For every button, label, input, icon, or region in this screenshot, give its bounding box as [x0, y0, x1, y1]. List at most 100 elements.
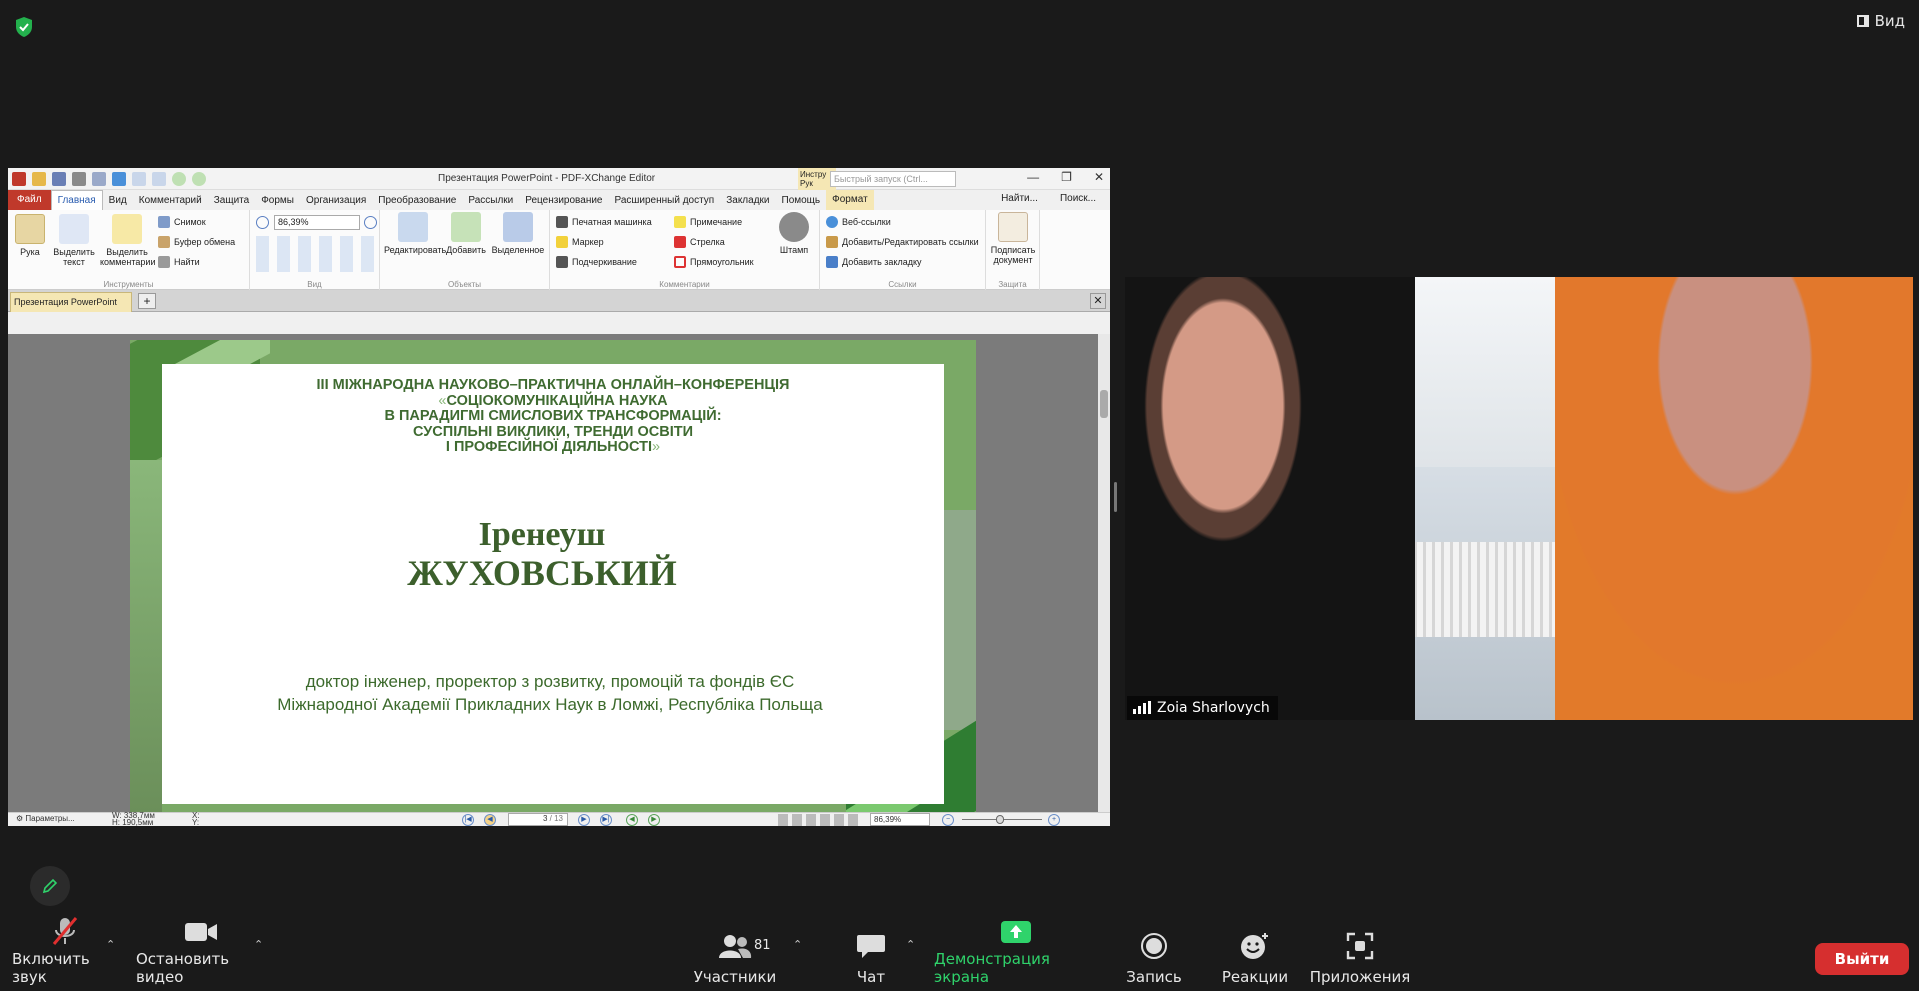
- globe-icon: [826, 216, 838, 228]
- save-icon[interactable]: [52, 171, 66, 186]
- find-button[interactable]: Найти...: [995, 193, 1044, 204]
- tab-review[interactable]: Рецензирование: [519, 195, 608, 206]
- prev-page-icon[interactable]: ◀: [484, 814, 496, 826]
- shared-screen-pdf-editor[interactable]: Презентация PowerPoint - PDF-XChange Edi…: [8, 168, 1110, 826]
- record-button[interactable]: Запись: [1120, 918, 1188, 991]
- tab-convert[interactable]: Преобразование: [372, 195, 462, 206]
- scrollbar-thumb[interactable]: [1100, 390, 1108, 418]
- web-links-button[interactable]: Веб-ссылки: [826, 216, 891, 228]
- restore-icon[interactable]: ❐: [1061, 170, 1072, 184]
- arrow-button[interactable]: Стрелка: [674, 236, 725, 248]
- apps-label: Приложения: [1309, 968, 1411, 986]
- undo-icon[interactable]: [132, 171, 146, 186]
- redo-icon[interactable]: [152, 171, 166, 186]
- status-zoom-in-icon[interactable]: +: [1048, 814, 1060, 826]
- view-button[interactable]: Вид: [1856, 12, 1905, 30]
- chat-button[interactable]: Чат: [846, 918, 896, 991]
- add-edit-links-button[interactable]: Добавить/Редактировать ссылки: [826, 236, 979, 248]
- status-zoom-out-icon[interactable]: −: [942, 814, 954, 826]
- audio-options-chevron-icon[interactable]: ⌃: [106, 938, 115, 951]
- next-page-icon[interactable]: ▶: [578, 814, 590, 826]
- document-canvas[interactable]: III МІЖНАРОДНА НАУКОВО–ПРАКТИЧНА ОНЛАЙН–…: [8, 334, 1110, 812]
- participants-button[interactable]: Участники: [690, 918, 780, 991]
- rectangle-button[interactable]: Прямоугольник: [674, 256, 754, 268]
- quick-search-input[interactable]: Быстрый запуск (Ctrl...: [830, 171, 956, 187]
- tab-bookmarks[interactable]: Закладки: [720, 195, 775, 206]
- forward-icon[interactable]: [192, 171, 206, 186]
- share-screen-button[interactable]: Демонстрация экрана: [934, 918, 1098, 991]
- chat-chevron-icon[interactable]: ⌃: [906, 938, 915, 951]
- minimize-icon[interactable]: —: [1027, 170, 1039, 184]
- sign-document-button[interactable]: Подписать документ: [990, 212, 1036, 265]
- snapshot-button[interactable]: Снимок: [158, 216, 206, 228]
- email-icon[interactable]: [92, 171, 106, 186]
- tab-format[interactable]: Формат: [826, 190, 874, 210]
- tab-home[interactable]: Главная: [50, 190, 103, 210]
- last-page-icon[interactable]: ▶|: [600, 814, 612, 826]
- hand-tool-button[interactable]: Рука: [12, 214, 48, 257]
- new-tab-button[interactable]: +: [138, 293, 156, 309]
- zoom-select[interactable]: 86,39%: [274, 215, 360, 230]
- page-number-input[interactable]: 3 / 13: [508, 813, 568, 826]
- view-tool-icons[interactable]: [256, 236, 374, 272]
- typewriter-button[interactable]: Печатная машинка: [556, 216, 652, 228]
- leave-meeting-button[interactable]: Выйти: [1815, 943, 1909, 975]
- document-tab[interactable]: Презентация PowerPoint: [10, 292, 132, 312]
- first-page-icon[interactable]: |◀: [462, 814, 474, 826]
- add-bookmark-button[interactable]: Добавить закладку: [826, 256, 922, 268]
- cloud-icon[interactable]: [112, 171, 126, 186]
- forward-view-icon[interactable]: ▶: [648, 814, 660, 826]
- find-tool-button[interactable]: Найти: [158, 256, 200, 268]
- open-folder-icon[interactable]: [32, 171, 46, 186]
- clipboard-button[interactable]: Буфер обмена: [158, 236, 235, 248]
- note-button[interactable]: Примечание: [674, 216, 742, 228]
- tab-share[interactable]: Расширенный доступ: [608, 195, 720, 206]
- participants-chevron-icon[interactable]: ⌃: [793, 938, 802, 951]
- close-icon[interactable]: ✕: [1094, 170, 1104, 184]
- back-view-icon[interactable]: ◀: [626, 814, 638, 826]
- select-text-button[interactable]: Выделить текст: [52, 214, 96, 267]
- participant-name-tag: Zoia Sharlovych: [1127, 696, 1278, 720]
- zoom-out-icon[interactable]: [256, 216, 269, 229]
- tab-organize[interactable]: Организация: [300, 195, 372, 206]
- zoom-slider-thumb[interactable]: [996, 815, 1004, 824]
- tab-help[interactable]: Помощь: [776, 195, 827, 206]
- apps-button[interactable]: Приложения: [1309, 918, 1411, 991]
- search-button[interactable]: Поиск...: [1054, 193, 1102, 204]
- close-document-button[interactable]: ✕: [1090, 293, 1106, 309]
- annotate-pencil-button[interactable]: [30, 866, 70, 906]
- record-icon: [1140, 928, 1168, 964]
- marker-button[interactable]: Маркер: [556, 236, 604, 248]
- vertical-scrollbar[interactable]: [1098, 334, 1110, 812]
- tab-mailings[interactable]: Рассылки: [462, 195, 519, 206]
- tab-comment[interactable]: Комментарий: [133, 195, 208, 206]
- zoom-in-icon[interactable]: [364, 216, 377, 229]
- select-comments-button[interactable]: Выделить комментарии: [100, 214, 155, 267]
- add-object-button[interactable]: Добавить: [444, 212, 488, 255]
- security-shield-icon[interactable]: [14, 16, 34, 38]
- selected-button[interactable]: Выделенное: [490, 212, 546, 255]
- participant-video[interactable]: Zoia Sharlovych: [1125, 277, 1913, 720]
- panel-splitter[interactable]: [1114, 482, 1117, 512]
- video-person-right: [1555, 277, 1913, 720]
- quick-access-toolbar: [12, 171, 206, 186]
- params-button[interactable]: ⚙ Параметры...: [16, 814, 75, 823]
- stop-video-button[interactable]: Остановить видео: [136, 918, 266, 991]
- back-icon[interactable]: [172, 171, 186, 186]
- tab-file[interactable]: Файл: [8, 190, 51, 210]
- print-icon[interactable]: [72, 171, 86, 186]
- stamp-button[interactable]: Штамп: [774, 212, 814, 255]
- add-bookmark-label: Добавить закладку: [842, 257, 922, 267]
- snapshot-label: Снимок: [174, 217, 206, 227]
- unmute-button[interactable]: Включить звук: [12, 917, 118, 991]
- edit-button[interactable]: Редактировать: [384, 212, 446, 255]
- tab-protect[interactable]: Защита: [208, 195, 255, 206]
- reactions-button[interactable]: Реакции: [1214, 918, 1296, 991]
- page-layout-icons[interactable]: [778, 814, 858, 826]
- tab-view[interactable]: Вид: [103, 195, 133, 206]
- video-options-chevron-icon[interactable]: ⌃: [254, 938, 263, 951]
- status-zoom-select[interactable]: 86,39%: [870, 813, 930, 826]
- underline-button[interactable]: Подчеркивание: [556, 256, 637, 268]
- tab-forms[interactable]: Формы: [255, 195, 300, 206]
- note-label: Примечание: [690, 217, 743, 227]
